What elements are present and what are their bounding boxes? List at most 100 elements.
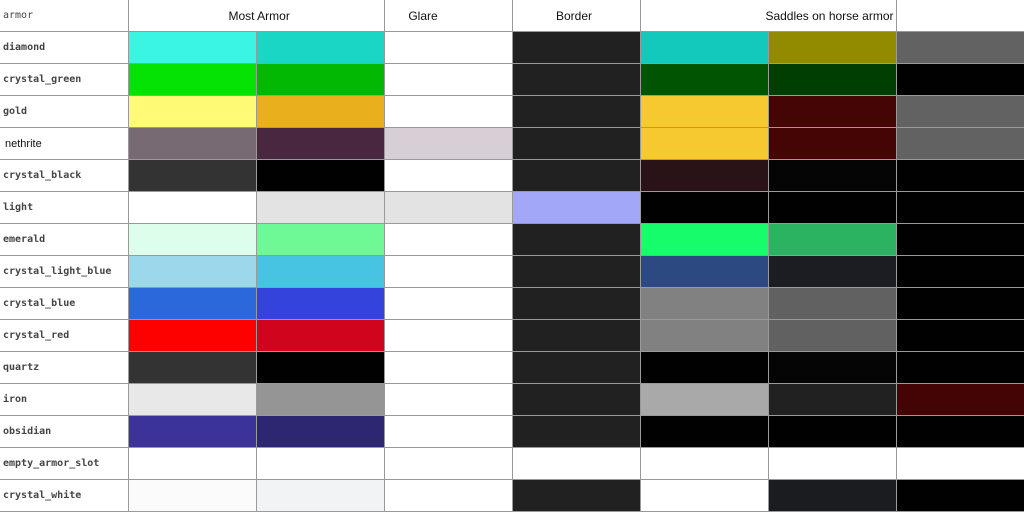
color-swatch — [511, 63, 641, 96]
color-swatch — [767, 287, 897, 320]
color-swatch — [639, 383, 769, 416]
color-swatch — [127, 223, 257, 256]
color-swatch — [511, 159, 641, 192]
color-swatch — [767, 479, 897, 512]
color-swatch — [639, 223, 769, 256]
color-swatch — [383, 95, 513, 128]
color-swatch — [895, 223, 1024, 256]
color-swatch — [255, 255, 385, 288]
color-swatch — [767, 351, 897, 384]
color-swatch — [383, 31, 513, 64]
armor-name-cell: emerald — [0, 223, 129, 256]
color-swatch — [127, 351, 257, 384]
color-swatch — [127, 319, 257, 352]
color-swatch — [127, 127, 257, 160]
color-swatch — [383, 287, 513, 320]
color-swatch — [767, 415, 897, 448]
table-row: crystal_green — [0, 63, 1024, 96]
color-swatch — [383, 223, 513, 256]
table-row: crystal_white — [0, 479, 1024, 512]
color-swatch — [895, 255, 1024, 288]
color-swatch — [383, 319, 513, 352]
color-swatch — [127, 287, 257, 320]
color-swatch — [127, 383, 257, 416]
armor-name-cell: quartz — [0, 351, 129, 384]
color-swatch — [255, 63, 385, 96]
color-swatch — [767, 159, 897, 192]
color-swatch — [639, 191, 769, 224]
color-swatch — [127, 63, 257, 96]
color-swatch — [511, 447, 641, 480]
table-row: iron — [0, 383, 1024, 416]
color-swatch — [511, 479, 641, 512]
color-swatch — [895, 287, 1024, 320]
color-swatch — [511, 31, 641, 64]
armor-name-cell: iron — [0, 383, 129, 416]
color-swatch — [255, 127, 385, 160]
color-swatch — [511, 223, 641, 256]
color-swatch — [127, 415, 257, 448]
color-swatch — [255, 447, 385, 480]
color-swatch — [895, 319, 1024, 352]
table-row: nethrite — [0, 127, 1024, 160]
color-swatch — [767, 95, 897, 128]
color-swatch — [255, 191, 385, 224]
color-swatch — [511, 287, 641, 320]
color-swatch — [639, 127, 769, 160]
color-swatch — [511, 383, 641, 416]
color-swatch — [511, 95, 641, 128]
armor-column-header: armor — [0, 0, 129, 32]
armor-name-cell: crystal_black — [0, 159, 129, 192]
color-swatch — [767, 191, 897, 224]
color-swatch — [383, 351, 513, 384]
color-swatch — [127, 31, 257, 64]
table-row: emerald — [0, 223, 1024, 256]
color-swatch — [767, 31, 897, 64]
color-swatch — [383, 383, 513, 416]
color-swatch — [639, 447, 769, 480]
color-swatch — [255, 351, 385, 384]
armor-name-cell: empty_armor_slot — [0, 447, 129, 480]
armor-name-cell: gold — [0, 95, 129, 128]
color-swatch — [895, 191, 1024, 224]
color-swatch — [383, 159, 513, 192]
color-swatch — [639, 159, 769, 192]
armor-name-cell: crystal_green — [0, 63, 129, 96]
glare-header: Glare — [383, 0, 513, 32]
color-swatch — [639, 319, 769, 352]
color-swatch — [383, 447, 513, 480]
color-swatch — [127, 447, 257, 480]
armor-name-cell: obsidian — [0, 415, 129, 448]
color-swatch — [383, 127, 513, 160]
table-row: crystal_black — [0, 159, 1024, 192]
color-swatch — [255, 319, 385, 352]
color-swatch — [383, 415, 513, 448]
color-swatch — [639, 415, 769, 448]
color-swatch — [767, 223, 897, 256]
color-swatch — [639, 63, 769, 96]
color-swatch — [895, 63, 1024, 96]
color-swatch — [127, 255, 257, 288]
header-row: armor Most Armor Glare Border Saddles on… — [0, 0, 1024, 32]
color-swatch — [895, 351, 1024, 384]
color-swatch — [767, 63, 897, 96]
color-swatch — [895, 159, 1024, 192]
color-swatch — [639, 351, 769, 384]
color-swatch — [639, 31, 769, 64]
color-swatch — [767, 383, 897, 416]
color-swatch — [767, 127, 897, 160]
table-row: obsidian — [0, 415, 1024, 448]
color-swatch — [511, 351, 641, 384]
most-armor-header: Most Armor — [127, 0, 385, 32]
table-row: light — [0, 191, 1024, 224]
color-swatch — [127, 95, 257, 128]
saddles-header: Saddles on horse armor — [639, 0, 897, 32]
color-swatch — [767, 319, 897, 352]
color-swatch — [639, 479, 769, 512]
color-swatch — [767, 447, 897, 480]
armor-name-cell: crystal_light_blue — [0, 255, 129, 288]
color-swatch — [895, 415, 1024, 448]
color-swatch — [255, 95, 385, 128]
border-header: Border — [511, 0, 641, 32]
color-swatch — [383, 255, 513, 288]
